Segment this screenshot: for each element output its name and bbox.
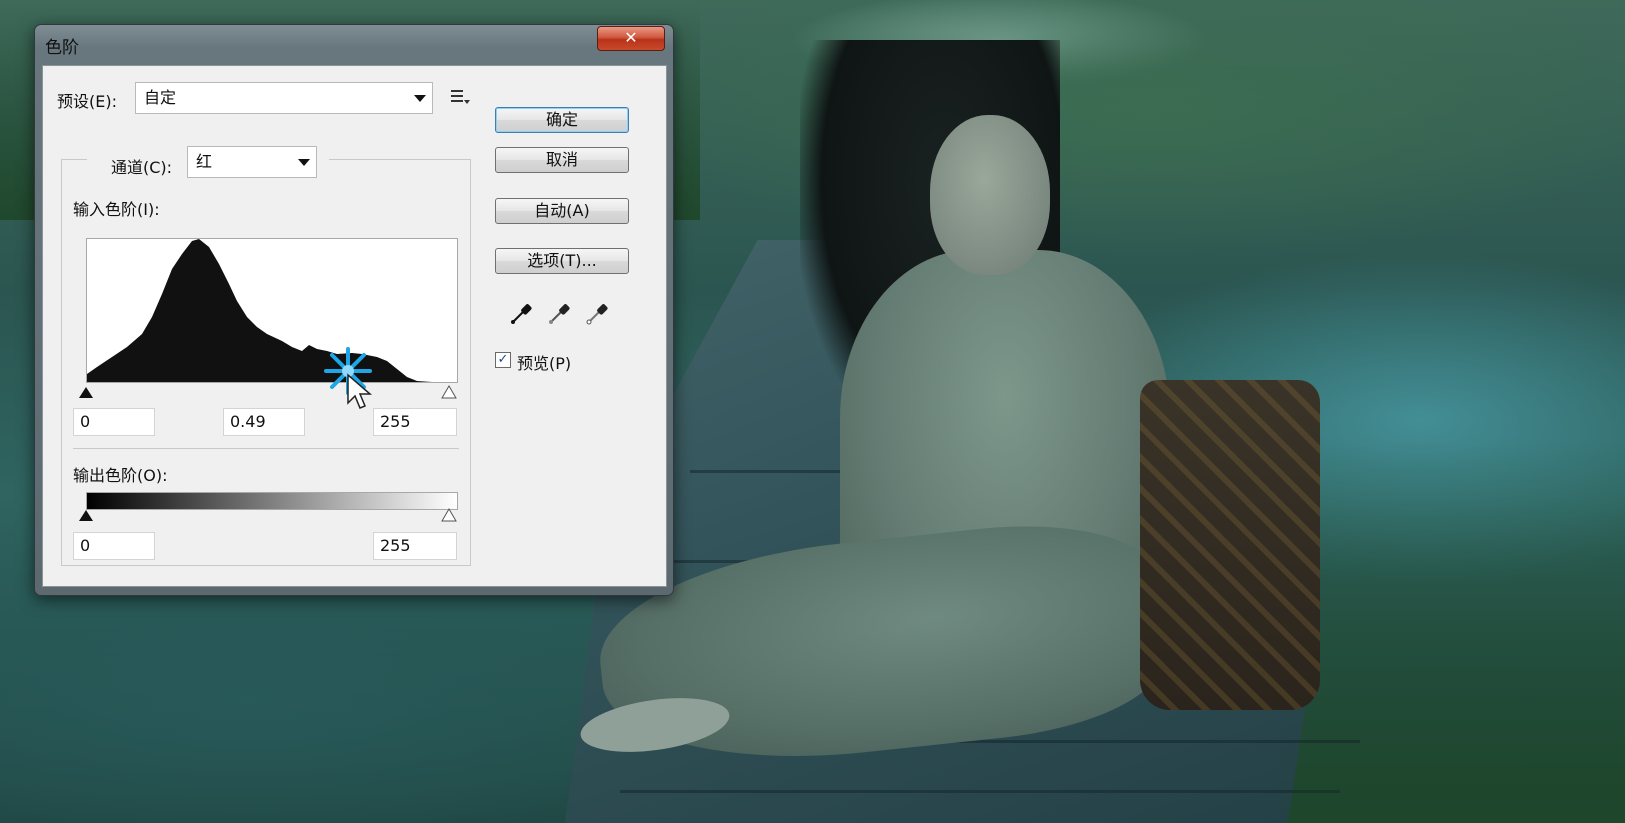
- preview-label: 预览(P): [517, 354, 572, 373]
- close-button[interactable]: ✕: [597, 26, 665, 51]
- preset-select[interactable]: 自定: [135, 82, 433, 114]
- preview-checkbox[interactable]: ✓: [495, 352, 511, 368]
- menu-list-icon[interactable]: [451, 90, 470, 106]
- preset-label: 预设(E):: [57, 92, 117, 111]
- preset-value: 自定: [144, 88, 177, 107]
- histogram: [86, 238, 458, 383]
- channel-value: 红: [196, 152, 213, 171]
- ok-button[interactable]: 确定: [495, 107, 629, 133]
- handbag: [1140, 380, 1320, 710]
- input-gamma-field[interactable]: 0.49: [223, 408, 305, 436]
- chevron-down-icon: [414, 95, 426, 102]
- dialog-titlebar[interactable]: 色阶 ✕: [35, 25, 673, 61]
- channel-select[interactable]: 红: [187, 146, 317, 178]
- channel-label: 通道(C):: [111, 158, 173, 177]
- divider: [73, 448, 459, 449]
- output-black-field[interactable]: 0: [73, 532, 155, 560]
- input-black-field[interactable]: 0: [73, 408, 155, 436]
- chevron-down-icon: [298, 159, 310, 166]
- output-black-slider[interactable]: [79, 510, 93, 521]
- input-levels-label: 输入色阶(I):: [73, 200, 160, 219]
- cancel-button[interactable]: 取消: [495, 147, 629, 173]
- input-white-slider[interactable]: [441, 385, 457, 399]
- levels-dialog: 色阶 ✕ 预设(E): 自定 通道(C): 红 输入色阶(I): 0 0.49 …: [34, 24, 674, 596]
- histogram-graph: [87, 239, 432, 382]
- input-white-field[interactable]: 255: [373, 408, 457, 436]
- dialog-body: 预设(E): 自定 通道(C): 红 输入色阶(I): 0 0.49 255 输…: [42, 65, 667, 587]
- eyedropper-black-icon[interactable]: [509, 300, 535, 326]
- output-levels-label: 输出色阶(O):: [73, 466, 168, 485]
- output-white-field[interactable]: 255: [373, 532, 457, 560]
- output-white-slider[interactable]: [441, 508, 457, 522]
- input-black-slider[interactable]: [79, 387, 93, 398]
- eyedropper-gray-icon[interactable]: [547, 300, 573, 326]
- arrow-cursor-icon: [347, 373, 373, 409]
- auto-button[interactable]: 自动(A): [495, 198, 629, 224]
- output-gradient-bar: [86, 492, 458, 510]
- eyedropper-white-icon[interactable]: [585, 300, 611, 326]
- person-face: [930, 115, 1050, 275]
- dialog-title: 色阶: [45, 38, 79, 58]
- background-reeds: [1280, 440, 1625, 823]
- options-button[interactable]: 选项(T)...: [495, 248, 629, 274]
